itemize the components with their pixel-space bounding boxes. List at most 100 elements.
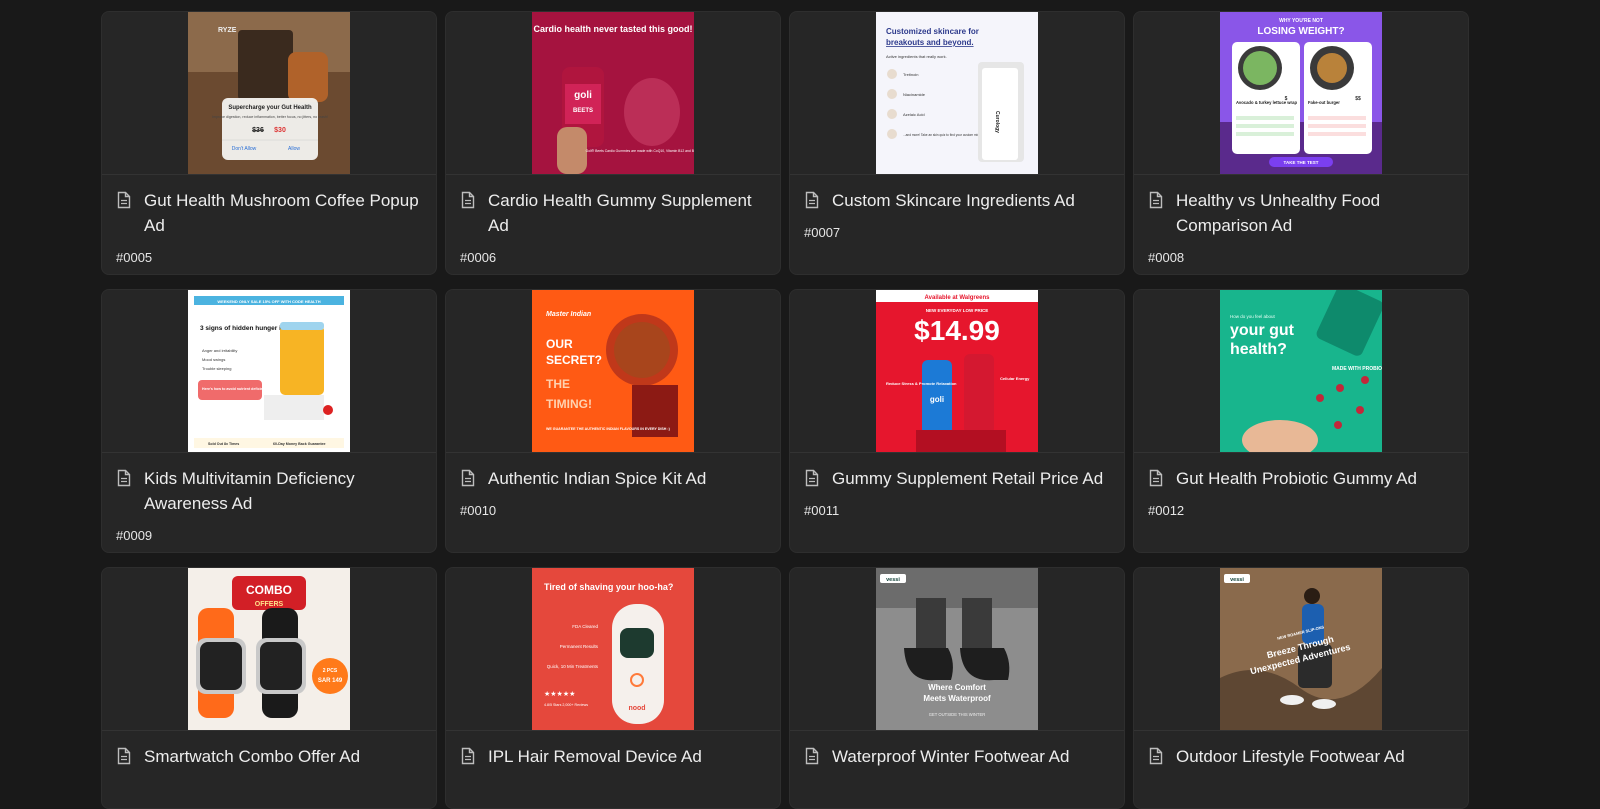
thumb-text: OUR: [546, 337, 573, 351]
card-title[interactable]: Custom Skincare Ingredients Ad: [832, 188, 1075, 213]
document-icon: [1148, 747, 1164, 765]
card-id: #0006: [460, 250, 497, 265]
card-title[interactable]: Outdoor Lifestyle Footwear Ad: [1176, 744, 1405, 769]
card-title[interactable]: Authentic Indian Spice Kit Ad: [488, 466, 706, 491]
card-title[interactable]: Smartwatch Combo Offer Ad: [144, 744, 360, 769]
card-thumbnail-area: vessi NEW ROAMER SLIP-ONS Breeze Through…: [1134, 568, 1468, 731]
document-icon: [1148, 469, 1164, 487]
card-thumbnail-area: WHY YOU'RE NOT LOSING WEIGHT? $ $$ Avoca…: [1134, 12, 1468, 175]
card-title[interactable]: Gummy Supplement Retail Price Ad: [832, 466, 1103, 491]
thumb-text: vessi: [886, 577, 900, 583]
thumb-text: health?: [1230, 341, 1287, 358]
card-title-row: Waterproof Winter Footwear Ad: [790, 731, 1124, 769]
ad-thumbnail-image[interactable]: RYZE Supercharge your Gut Health Improve…: [188, 12, 350, 174]
card-title-row: Gummy Supplement Retail Price Ad: [790, 453, 1124, 491]
card-id: #0009: [116, 528, 153, 543]
thumb-text: NEW EVERYDAY LOW PRICE: [926, 308, 989, 313]
card-title[interactable]: Healthy vs Unhealthy Food Comparison Ad: [1176, 188, 1454, 238]
card-id: [102, 769, 436, 781]
ad-thumbnail-image[interactable]: Available at Walgreens NEW EVERYDAY LOW …: [876, 290, 1038, 452]
ad-card[interactable]: RYZE Supercharge your Gut Health Improve…: [101, 11, 437, 275]
ad-thumbnail-image[interactable]: WEEKEND ONLY SALE 15% OFF WITH CODE HEAL…: [188, 290, 350, 452]
thumb-text: Avocado & turkey lettuce wrap: [1236, 100, 1297, 105]
thumb-text: OFFERS: [255, 601, 284, 608]
thumb-text: Master Indian: [546, 311, 591, 318]
card-title-row: Healthy vs Unhealthy Food Comparison Ad: [1134, 175, 1468, 238]
thumb-text: Supercharge your Gut Health: [228, 105, 312, 111]
ad-card[interactable]: Customized skincare for breakouts and be…: [789, 11, 1125, 275]
thumb-text: $36: [252, 127, 264, 134]
ad-card[interactable]: Available at Walgreens NEW EVERYDAY LOW …: [789, 289, 1125, 553]
ad-thumbnail-image[interactable]: vessi Where Comfort Meets Waterproof GET…: [876, 568, 1038, 730]
card-thumbnail-area: WEEKEND ONLY SALE 15% OFF WITH CODE HEAL…: [102, 290, 436, 453]
ad-thumbnail-image[interactable]: Cardio health never tasted this good! go…: [532, 12, 694, 174]
card-title[interactable]: Cardio Health Gummy Supplement Ad: [488, 188, 766, 238]
thumb-text: GET OUTSIDE THIS WINTER: [929, 712, 986, 717]
ad-card[interactable]: Master Indian OUR SECRET? THE TIMING! WE G…: [445, 289, 781, 553]
ad-thumbnail-image[interactable]: Tired of shaving your hoo-ha? FDA Cleare…: [532, 568, 694, 730]
card-title[interactable]: Gut Health Probiotic Gummy Ad: [1176, 466, 1417, 491]
card-title[interactable]: Waterproof Winter Footwear Ad: [832, 744, 1069, 769]
thumb-text: 4.8/5 Stars 2,000+ Reviews: [544, 703, 588, 707]
thumb-text: Customized skincare for: [886, 27, 979, 36]
thumb-text: Available at Walgreens: [925, 295, 991, 301]
thumb-text: goli: [574, 90, 592, 101]
thumb-text: WHY YOU'RE NOT: [1279, 18, 1323, 24]
ad-thumbnail-image[interactable]: How do you feel about your gut health? M…: [1220, 290, 1382, 452]
thumb-text: COMBO: [246, 583, 292, 597]
document-icon: [804, 191, 820, 209]
thumb-text: TIMING!: [546, 397, 592, 411]
ad-card[interactable]: COMBO OFFERS 2 PCS SAR 149 Smartwatch Comb…: [101, 567, 437, 809]
thumb-text: WEEKEND ONLY SALE 15% OFF WITH CODE HEAL…: [217, 299, 320, 304]
thumb-text: Meets Waterproof: [923, 694, 991, 703]
thumb-text: SECRET?: [546, 353, 602, 367]
card-id: [1134, 769, 1468, 781]
ad-thumbnail-image[interactable]: vessi NEW ROAMER SLIP-ONS Breeze Through…: [1220, 568, 1382, 730]
thumb-text: Cardio health never tasted this good!: [533, 24, 692, 34]
ad-thumbnail-image[interactable]: Customized skincare for breakouts and be…: [876, 12, 1038, 174]
thumb-text: $30: [274, 127, 286, 134]
ad-card[interactable]: Cardio health never tasted this good! go…: [445, 11, 781, 275]
thumb-text: breakouts and beyond.: [886, 38, 974, 47]
card-id: [446, 769, 780, 781]
thumb-text: Azelaic Acid: [903, 112, 925, 117]
card-title-row: Custom Skincare Ingredients Ad: [790, 175, 1124, 213]
thumb-text: Cellular Energy: [1000, 376, 1030, 381]
thumb-text: WE GUARANTEE THE AUTHENTIC INDIAN FLAVOU…: [546, 427, 671, 431]
thumb-text: Tretinoin: [903, 72, 918, 77]
card-id: #0010: [460, 503, 497, 518]
card-title[interactable]: IPL Hair Removal Device Ad: [488, 744, 702, 769]
document-icon: [460, 191, 476, 209]
thumb-text: LOSING WEIGHT?: [1257, 26, 1344, 37]
card-thumbnail-area: Tired of shaving your hoo-ha? FDA Cleare…: [446, 568, 780, 731]
ad-thumbnail-image[interactable]: COMBO OFFERS 2 PCS SAR 149: [188, 568, 350, 730]
card-id: [790, 769, 1124, 781]
ad-card[interactable]: WHY YOU'RE NOT LOSING WEIGHT? $ $$ Avoca…: [1133, 11, 1469, 275]
thumb-text: Reduce Stress & Promote Relaxation: [886, 381, 957, 386]
ad-card[interactable]: vessi Where Comfort Meets Waterproof GET…: [789, 567, 1125, 809]
thumb-text: Curology: [994, 111, 1000, 133]
thumb-text: $$: [1355, 96, 1361, 102]
ad-card[interactable]: vessi NEW ROAMER SLIP-ONS Breeze Through…: [1133, 567, 1469, 809]
card-title[interactable]: Kids Multivitamin Deficiency Awareness A…: [144, 466, 422, 516]
card-thumbnail-area: Cardio health never tasted this good! go…: [446, 12, 780, 175]
document-icon: [460, 747, 476, 765]
document-icon: [1148, 191, 1164, 209]
ad-card[interactable]: Tired of shaving your hoo-ha? FDA Cleare…: [445, 567, 781, 809]
ad-card[interactable]: How do you feel about your gut health? M…: [1133, 289, 1469, 553]
ad-card[interactable]: WEEKEND ONLY SALE 15% OFF WITH CODE HEAL…: [101, 289, 437, 553]
card-id: #0005: [116, 250, 153, 265]
thumb-text: Improve digestion, reduce inflammation, …: [212, 115, 328, 119]
thumb-text: ...and more! Take an skin quiz to find y…: [903, 133, 980, 137]
card-title-row: Authentic Indian Spice Kit Ad: [446, 453, 780, 491]
card-id: #0008: [1148, 250, 1185, 265]
thumb-text: 2 PCS: [323, 668, 338, 674]
card-title-row: IPL Hair Removal Device Ad: [446, 731, 780, 769]
ad-thumbnail-image[interactable]: Master Indian OUR SECRET? THE TIMING! WE G…: [532, 290, 694, 452]
thumb-text: Sold Out 8x Times: [208, 442, 239, 446]
thumb-text: Don't Allow: [232, 146, 257, 152]
thumb-text: SAR 149: [318, 678, 343, 684]
ad-thumbnail-image[interactable]: WHY YOU'RE NOT LOSING WEIGHT? $ $$ Avoca…: [1220, 12, 1382, 174]
thumb-text: Allow: [288, 146, 300, 152]
card-title[interactable]: Gut Health Mushroom Coffee Popup Ad: [144, 188, 422, 238]
